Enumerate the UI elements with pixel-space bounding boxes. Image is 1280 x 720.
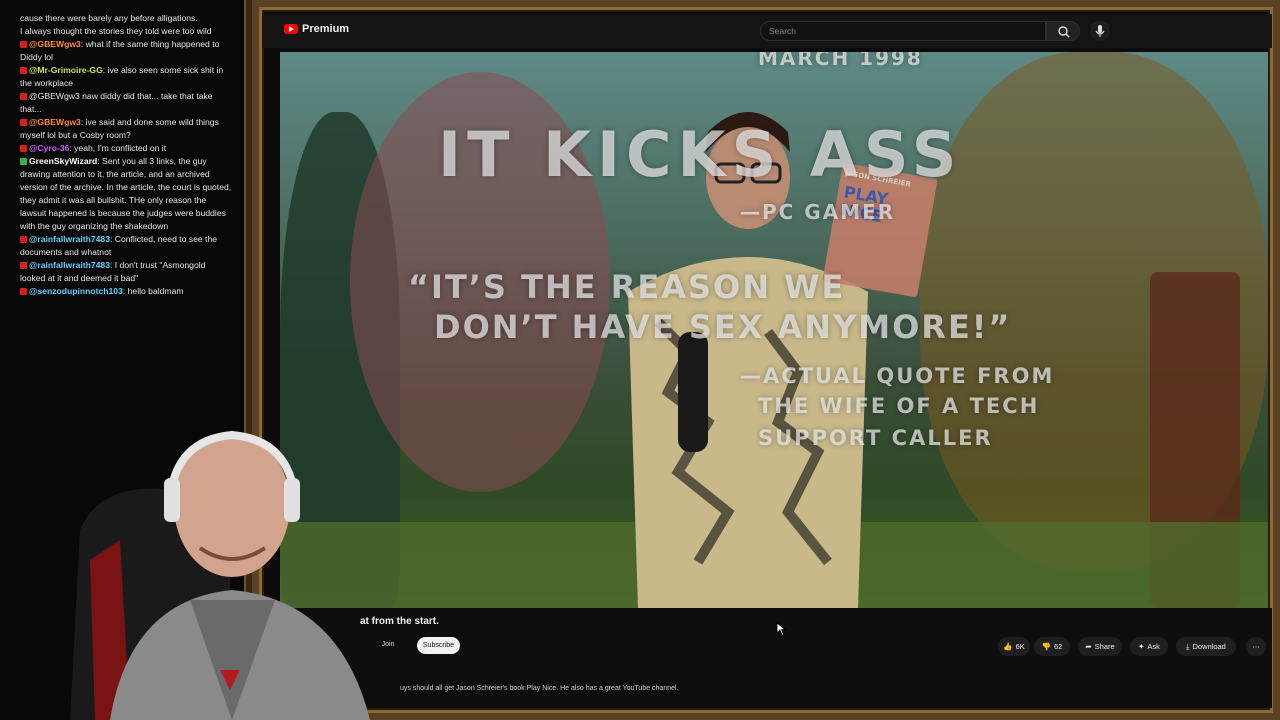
- chat-message: @Mr-Grimoire-GG: ive also seen some sick…: [20, 64, 232, 90]
- chat-badge-icon: [20, 262, 27, 269]
- ask-label: Ask: [1147, 642, 1160, 651]
- chat-message: @rainfallwraith7483: Conflicted, need to…: [20, 233, 232, 259]
- share-label: Share: [1094, 642, 1115, 651]
- chat-badge-icon: [20, 93, 27, 100]
- overlay-quote-line-1: “IT’S THE REASON WE: [408, 268, 846, 306]
- like-count: 6K: [1015, 642, 1025, 651]
- thumbs-down-icon: 👎: [1041, 642, 1051, 651]
- chat-message-text: : Sent you all 3 links, the guy drawing …: [20, 156, 232, 231]
- mouse-cursor-icon: [776, 622, 786, 636]
- chat-message-text: I always thought the stories they told w…: [20, 26, 212, 36]
- chat-message: @rainfallwraith7483: I don't trust "Asmo…: [20, 259, 232, 285]
- download-icon: ⤓: [1186, 642, 1190, 651]
- chat-badge-icon: [20, 236, 27, 243]
- chat-badge-icon: [20, 158, 27, 165]
- chat-badge-icon: [20, 119, 27, 126]
- chat-username[interactable]: @rainfallwraith7483: [29, 234, 110, 244]
- overlay-headline: IT KICKS ASS: [438, 118, 963, 191]
- chat-message-list: cause there were barely any before allig…: [20, 12, 232, 298]
- overlay-attribution-line-1: —ACTUAL QUOTE FROM: [740, 364, 1055, 388]
- streamer-webcam: [70, 430, 370, 720]
- microphone-icon: [1095, 25, 1105, 37]
- search-button[interactable]: [1046, 21, 1080, 41]
- chat-message: I always thought the stories they told w…: [20, 25, 232, 38]
- chat-username[interactable]: GreenSkyWizard: [29, 156, 97, 166]
- chat-message-text: @GBEWgw3 naw diddy did that... take that…: [20, 91, 213, 114]
- overlay-source: —PC GAMER: [740, 200, 896, 224]
- chat-username[interactable]: @Cyro-36: [29, 143, 69, 153]
- chat-username[interactable]: @senzodupinnotch103: [29, 286, 123, 296]
- voice-search-button[interactable]: [1090, 21, 1110, 41]
- search-input[interactable]: Search: [760, 21, 1046, 41]
- chat-badge-icon: [20, 41, 27, 48]
- video-description: uys should all get Jason Schreier's book…: [400, 685, 679, 692]
- chat-message-text: cause there were barely any before allig…: [20, 13, 198, 23]
- dislike-count: 62: [1054, 642, 1063, 651]
- download-button[interactable]: ⤓ Download: [1176, 637, 1236, 656]
- more-actions-button[interactable]: ⋯: [1246, 637, 1266, 656]
- chat-message: GreenSkyWizard: Sent you all 3 links, th…: [20, 155, 232, 233]
- chat-message: cause there were barely any before allig…: [20, 12, 232, 25]
- search-icon: [1058, 26, 1070, 38]
- ask-button[interactable]: ✦ Ask: [1130, 637, 1168, 656]
- stream-canvas: cause there were barely any before allig…: [0, 0, 1280, 720]
- download-label: Download: [1192, 642, 1226, 651]
- chat-message: @Cyro-36: yeah, I'm conflicted on it: [20, 142, 232, 155]
- thumbs-up-icon: 👍: [1003, 642, 1013, 651]
- like-button[interactable]: 👍 6K: [998, 637, 1030, 656]
- overlay-attribution-line-3: SUPPORT CALLER: [758, 426, 993, 450]
- chat-message-text: : yeah, I'm conflicted on it: [69, 143, 167, 153]
- share-button[interactable]: ➦ Share: [1078, 637, 1122, 656]
- chat-message: @GBEWgw3 naw diddy did that... take that…: [20, 90, 232, 116]
- chat-message: @GBEWgw3: ive said and done some wild th…: [20, 116, 232, 142]
- sparkle-icon: ✦: [1138, 642, 1145, 651]
- chat-message: @GBEWgw3: what if the same thing happene…: [20, 38, 232, 64]
- chat-badge-icon: [20, 145, 27, 152]
- share-icon: ➦: [1085, 642, 1092, 651]
- youtube-header: Premium Search: [262, 14, 1272, 48]
- youtube-play-icon: [284, 24, 298, 34]
- chat-username[interactable]: @Mr-Grimoire-GG: [29, 65, 103, 75]
- chat-message-text: : hello baldmam: [122, 286, 184, 296]
- chat-badge-icon: [20, 67, 27, 74]
- youtube-brand-label: Premium: [302, 23, 350, 35]
- overlay-quote-line-2: DON’T HAVE SEX ANYMORE!”: [434, 308, 1012, 346]
- overlay-date: MARCH 1998: [758, 52, 923, 70]
- chat-username[interactable]: @GBEWgw3: [29, 39, 81, 49]
- chat-username[interactable]: @GBEWgw3: [29, 117, 81, 127]
- chat-badge-icon: [20, 288, 27, 295]
- more-icon: ⋯: [1252, 642, 1260, 651]
- overlay-attribution-line-2: THE WIFE OF A TECH: [758, 394, 1040, 418]
- youtube-logo[interactable]: Premium: [284, 23, 349, 35]
- chat-message: @senzodupinnotch103: hello baldmam: [20, 285, 232, 298]
- chat-username[interactable]: @rainfallwraith7483: [29, 260, 110, 270]
- dislike-button[interactable]: 👎 62: [1034, 637, 1070, 656]
